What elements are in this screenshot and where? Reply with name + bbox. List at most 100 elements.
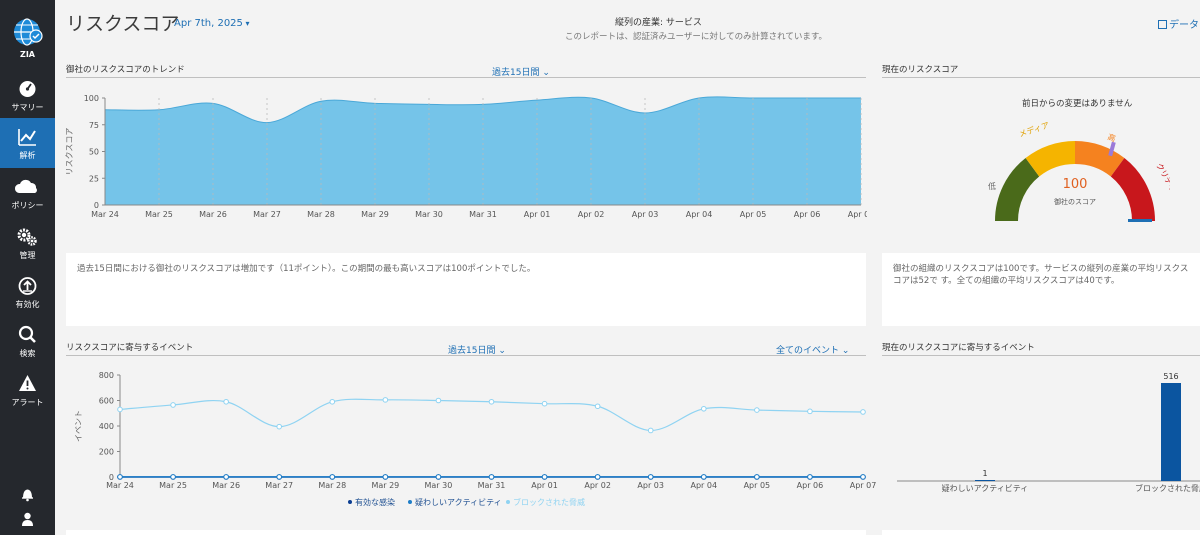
- events-data-point: [170, 402, 176, 408]
- sidebar-item-label: 解析: [19, 151, 36, 160]
- events-data-point: [488, 398, 495, 405]
- current-section-title: 現在のリスクスコア: [882, 65, 959, 75]
- events-data-point: [117, 474, 123, 480]
- sidebar-item-label: ポリシー: [11, 201, 44, 210]
- trend-section-title: 御社のリスクスコアのトレンド: [66, 65, 185, 75]
- user-button[interactable]: [0, 511, 55, 529]
- bar-value-label: 1: [982, 469, 987, 478]
- trend-x-tick-label: Apr 06: [794, 210, 821, 219]
- no-change-text: 前日からの変更はありません: [1022, 99, 1133, 109]
- bar-value-label: 516: [1163, 372, 1178, 381]
- bar-category-label: ブロックされた脅威: [1135, 483, 1200, 493]
- legend-marker: [348, 500, 352, 504]
- bar-category-label: 疑わしいアクティビティ: [942, 483, 1029, 493]
- events-data-point: [647, 474, 654, 480]
- trend-y-tick-label: 0: [94, 201, 99, 210]
- date-label: Apr 7th, 2025: [174, 18, 243, 29]
- events-x-tick-label: Mar 28: [318, 481, 346, 490]
- industry-label: 縦列の産業: サービス: [615, 18, 702, 28]
- sidebar: ZIA サマリー 解析 ポリシー 管理 有効化 検索 アラート: [0, 0, 55, 535]
- caret-down-icon: ▾: [242, 19, 250, 28]
- trend-y-axis-label: リスクスコア: [65, 128, 74, 176]
- events-data-point: [594, 403, 601, 410]
- events-x-tick-label: Mar 25: [159, 481, 187, 490]
- current-divider: [882, 77, 1200, 78]
- events-data-point: [860, 474, 866, 480]
- legend-item-label: ブロックされた脅威: [513, 497, 585, 507]
- trend-summary-text: 過去15日間における御社のリスクスコアは増加です（11ポイント）。この期間の最も…: [77, 264, 536, 274]
- events-data-point: [754, 474, 760, 480]
- events-x-tick-label: Mar 31: [478, 481, 506, 490]
- events-x-tick-label: Apr 04: [691, 481, 718, 490]
- alert-icon: [19, 375, 36, 391]
- gauge-label-low: 低: [988, 181, 996, 191]
- legend-item-label: 疑わしいアクティビティ: [415, 497, 502, 507]
- bell-icon: [22, 489, 33, 502]
- chart-line-icon: [18, 129, 36, 146]
- export-label: データ: [1169, 20, 1199, 31]
- current-events-section-title: 現在のリスクスコアに寄与するイベント: [882, 343, 1035, 353]
- events-data-point: [382, 397, 389, 403]
- sidebar-item-search[interactable]: 検索: [0, 320, 55, 366]
- page-title: リスクスコア: [66, 13, 180, 35]
- trend-x-tick-label: Apr 02: [578, 210, 605, 219]
- export-icon: [1158, 20, 1167, 29]
- events-x-tick-label: Apr 07: [850, 481, 877, 490]
- events-data-point: [860, 409, 866, 415]
- events-data-point: [223, 474, 229, 480]
- trend-x-tick-label: Mar 24: [91, 210, 119, 219]
- events-y-tick-label: 400: [99, 422, 114, 431]
- trend-x-tick-label: Mar 30: [415, 210, 443, 219]
- zia-logo[interactable]: ZIA: [0, 16, 55, 59]
- events-x-tick-label: Mar 26: [212, 481, 240, 490]
- sidebar-item-alerts[interactable]: アラート: [0, 369, 55, 415]
- trend-summary-card: 過去15日間における御社のリスクスコアは増加です（11ポイント）。この期間の最も…: [66, 253, 866, 326]
- events-data-point: [170, 474, 176, 480]
- trend-y-tick-label: 25: [89, 174, 99, 183]
- gauge-needle: [1128, 219, 1152, 222]
- trend-chart: リスクスコア 0 25 50 75 100 Mar 24 Mar 25 Mar 26 Mar 27…: [65, 94, 867, 219]
- sidebar-item-admin[interactable]: 管理: [0, 222, 55, 268]
- sidebar-item-label: 有効化: [15, 300, 40, 309]
- trend-x-tick-label: Mar 26: [199, 210, 227, 219]
- events-section-title: リスクスコアに寄与するイベント: [66, 343, 194, 353]
- sidebar-item-activate[interactable]: 有効化: [0, 271, 55, 317]
- events-x-tick-label: Apr 05: [744, 481, 771, 490]
- events-data-point: [382, 474, 389, 480]
- events-data-point: [435, 474, 442, 480]
- search-icon: [18, 325, 36, 343]
- sidebar-item-analytics[interactable]: 解析: [0, 118, 55, 168]
- events-data-point: [700, 474, 707, 480]
- trend-x-tick-label: Mar 31: [469, 210, 497, 219]
- gauge-label-medium: メディア: [1018, 120, 1051, 139]
- trend-x-tick-label: Apr 03: [632, 210, 659, 219]
- events-data-point: [541, 400, 548, 407]
- events-y-tick-label: 200: [99, 448, 114, 457]
- trend-x-tick-label: Mar 28: [307, 210, 335, 219]
- gauge-score-label: 御社のスコア: [1054, 197, 1096, 206]
- sidebar-item-policy[interactable]: ポリシー: [0, 172, 55, 218]
- events-data-point: [329, 398, 336, 405]
- sidebar-item-summary[interactable]: サマリー: [0, 74, 55, 120]
- gauge-score: 100: [1063, 177, 1088, 192]
- notifications-button[interactable]: [0, 486, 55, 504]
- events-y-tick-label: 800: [99, 371, 114, 380]
- events-x-tick-label: Mar 24: [106, 481, 134, 490]
- events-x-tick-label: Apr 06: [797, 481, 824, 490]
- trend-x-tick-label: Apr 05: [740, 210, 767, 219]
- legend-marker: [506, 500, 510, 504]
- events-chart: イベント0200400600800Mar 24 Mar 25 Mar 26 Mar 2…: [74, 371, 877, 507]
- bar: [975, 480, 995, 481]
- events-data-point: [647, 427, 654, 434]
- events-data-point: [754, 407, 760, 413]
- events-data-point: [807, 474, 813, 480]
- trend-y-tick-label: 100: [84, 94, 99, 103]
- legend-marker: [408, 500, 412, 504]
- events-x-tick-label: Apr 03: [637, 481, 664, 490]
- export-button[interactable]: データ: [1158, 16, 1199, 31]
- bar: [1161, 383, 1181, 481]
- events-x-tick-label: Mar 27: [265, 481, 293, 490]
- sidebar-item-label: サマリー: [11, 103, 44, 112]
- date-picker[interactable]: Apr 7th, 2025 ▾: [174, 18, 249, 29]
- current-events-divider: [882, 355, 1200, 356]
